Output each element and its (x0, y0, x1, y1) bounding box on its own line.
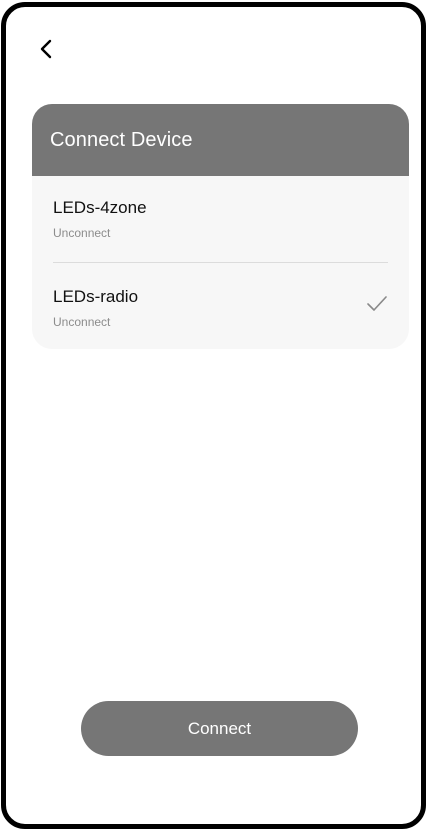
device-item-leds-radio[interactable]: LEDs-radio Unconnect (53, 262, 388, 349)
connect-device-card: Connect Device LEDs-4zone Unconnect LEDs… (32, 104, 409, 349)
chevron-left-icon (40, 39, 52, 59)
device-status: Unconnect (53, 315, 111, 329)
card-title: Connect Device (50, 128, 193, 151)
device-name: LEDs-radio (53, 287, 139, 306)
card-header: Connect Device (32, 104, 409, 176)
device-item-leds-4zone[interactable]: LEDs-4zone Unconnect (53, 176, 388, 262)
check-icon (367, 296, 387, 311)
device-list: LEDs-4zone Unconnect LEDs-radio Unconnec… (32, 176, 409, 349)
device-name: LEDs-4zone (53, 198, 147, 217)
phone-frame: Connect Device LEDs-4zone Unconnect LEDs… (1, 2, 426, 829)
back-button[interactable] (34, 35, 58, 63)
device-status: Unconnect (53, 226, 111, 240)
connect-button[interactable]: Connect (81, 701, 358, 756)
